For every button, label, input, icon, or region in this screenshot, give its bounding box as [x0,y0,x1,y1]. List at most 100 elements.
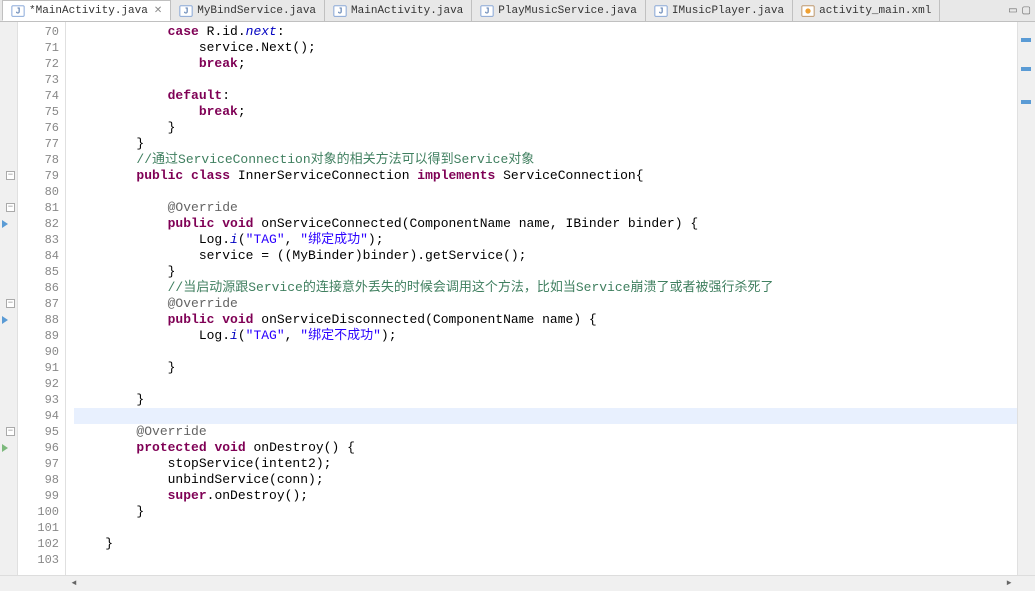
line-number: 78 [18,152,59,168]
code-line[interactable]: super.onDestroy(); [74,488,1017,504]
maximize-icon[interactable]: ▢ [1022,5,1031,17]
code-editor[interactable]: case R.id.next: service.Next(); break; d… [66,22,1017,575]
close-icon[interactable]: ✕ [154,5,162,17]
code-line[interactable]: } [74,264,1017,280]
code-line[interactable] [74,376,1017,392]
line-number: 100 [18,504,59,520]
file-icon: J [480,4,494,18]
overview-mark[interactable] [1021,67,1031,71]
line-number: 81 [18,200,59,216]
file-icon: J [654,4,668,18]
code-line[interactable]: } [74,504,1017,520]
svg-text:J: J [485,6,489,15]
line-number: 98 [18,472,59,488]
scroll-left-arrow[interactable]: ◄ [66,576,82,592]
svg-text:J: J [184,6,188,15]
fold-icon[interactable]: − [6,427,15,436]
tab-label: activity_main.xml [819,5,931,17]
file-icon [801,4,815,18]
code-line[interactable]: public void onServiceDisconnected(Compon… [74,312,1017,328]
code-line[interactable] [74,72,1017,88]
override-marker[interactable] [2,444,8,452]
line-number: 91 [18,360,59,376]
code-line[interactable] [74,344,1017,360]
code-line[interactable] [74,408,1017,424]
file-icon: J [333,4,347,18]
tab-5[interactable]: activity_main.xml [793,0,940,21]
code-line[interactable]: protected void onDestroy() { [74,440,1017,456]
code-line[interactable]: } [74,120,1017,136]
scroll-right-arrow[interactable]: ► [1001,576,1017,592]
line-number: 84 [18,248,59,264]
code-line[interactable]: public class InnerServiceConnection impl… [74,168,1017,184]
line-number: 76 [18,120,59,136]
line-number-gutter[interactable]: 7071727374757677787980818283848586878889… [18,22,66,575]
code-line[interactable]: public void onServiceConnected(Component… [74,216,1017,232]
tab-4[interactable]: J IMusicPlayer.java [646,0,793,21]
line-number: 72 [18,56,59,72]
tab-1[interactable]: J MyBindService.java [171,0,325,21]
code-line[interactable]: unbindService(conn); [74,472,1017,488]
code-line[interactable]: @Override [74,424,1017,440]
code-line[interactable]: break; [74,56,1017,72]
code-line[interactable]: @Override [74,296,1017,312]
line-number: 82 [18,216,59,232]
editor-container: −−−− 70717273747576777879808182838485868… [0,22,1035,575]
right-ruler[interactable] [1017,22,1035,575]
line-number: 85 [18,264,59,280]
code-line[interactable]: //通过ServiceConnection对象的相关方法可以得到Service对… [74,152,1017,168]
line-number: 90 [18,344,59,360]
code-line[interactable]: default: [74,88,1017,104]
tab-label: MyBindService.java [197,5,316,17]
code-line[interactable]: break; [74,104,1017,120]
line-number: 92 [18,376,59,392]
minimize-icon[interactable]: ▭ [1008,5,1017,17]
line-number: 87 [18,296,59,312]
code-line[interactable] [74,552,1017,568]
code-line[interactable]: } [74,360,1017,376]
svg-text:J: J [16,6,20,15]
code-line[interactable] [74,520,1017,536]
line-number: 102 [18,536,59,552]
code-line[interactable]: } [74,536,1017,552]
tab-label: IMusicPlayer.java [672,5,784,17]
fold-icon[interactable]: − [6,203,15,212]
overview-mark[interactable] [1021,38,1031,42]
line-number: 96 [18,440,59,456]
line-number: 97 [18,456,59,472]
line-number: 80 [18,184,59,200]
code-line[interactable]: Log.i("TAG", "绑定不成功"); [74,328,1017,344]
scroll-track[interactable] [82,576,1001,592]
line-number: 93 [18,392,59,408]
left-ruler[interactable]: − − − − [0,22,18,575]
code-line[interactable]: } [74,392,1017,408]
code-line[interactable] [74,184,1017,200]
tab-0[interactable]: J*MainActivity.java✕ [2,0,171,21]
fold-icon[interactable]: − [6,299,15,308]
line-number: 75 [18,104,59,120]
line-number: 86 [18,280,59,296]
code-line[interactable]: case R.id.next: [74,24,1017,40]
code-line[interactable]: } [74,136,1017,152]
horizontal-scrollbar[interactable]: ◄ ► [0,575,1035,591]
code-line[interactable]: stopService(intent2); [74,456,1017,472]
overview-mark[interactable] [1021,100,1031,104]
line-number: 83 [18,232,59,248]
tab-bar: J*MainActivity.java✕JMyBindService.javaJ… [0,0,1035,22]
code-line[interactable]: @Override [74,200,1017,216]
tab-3[interactable]: J PlayMusicService.java [472,0,646,21]
code-line[interactable]: //当启动源跟Service的连接意外丢失的时候会调用这个方法，比如当Servi… [74,280,1017,296]
line-number: 101 [18,520,59,536]
tab-label: PlayMusicService.java [498,5,637,17]
tab-2[interactable]: JMainActivity.java [325,0,472,21]
line-number: 103 [18,552,59,568]
override-marker[interactable] [2,316,8,324]
fold-icon[interactable]: − [6,171,15,180]
override-marker[interactable] [2,220,8,228]
svg-text:J: J [338,6,342,15]
svg-text:J: J [659,6,663,15]
code-line[interactable]: Log.i("TAG", "绑定成功"); [74,232,1017,248]
code-line[interactable]: service = ((MyBinder)binder).getService(… [74,248,1017,264]
code-line[interactable]: service.Next(); [74,40,1017,56]
line-number: 99 [18,488,59,504]
